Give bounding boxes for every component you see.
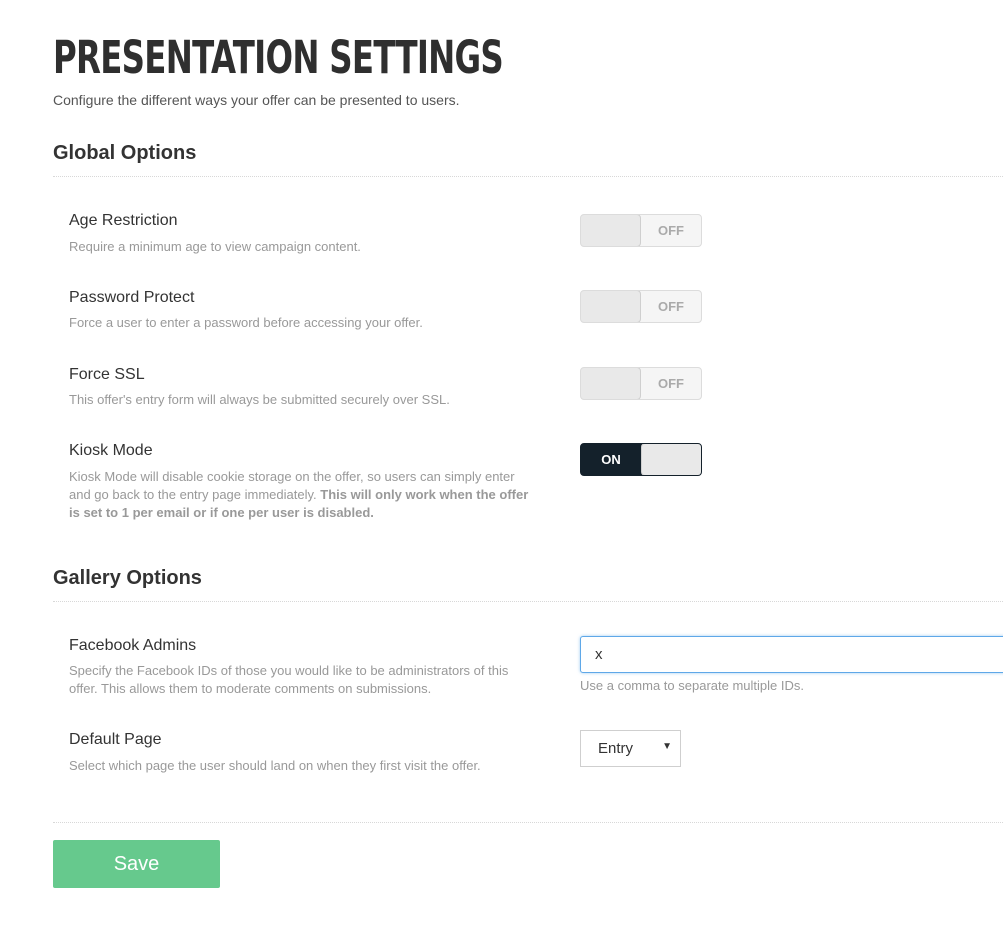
toggle-knob [581,291,641,322]
presentation-settings-page: PRESENTATION SETTINGS Configure the diff… [0,0,1003,928]
section-title-gallery-options: Gallery Options [53,567,202,589]
default-page-selected-value: Entry [598,740,634,757]
kiosk-mode-description: Kiosk Mode will disable cookie storage o… [69,468,539,522]
toggle-knob [641,444,701,475]
default-page-label: Default Page [69,731,162,748]
toggle-knob [581,215,641,246]
page-subtitle: Configure the different ways your offer … [53,92,460,108]
password-protect-description: Force a user to enter a password before … [69,315,423,330]
toggle-state-label: OFF [658,376,684,391]
toggle-state-label: OFF [658,223,684,238]
facebook-admins-input[interactable] [580,636,1003,673]
section-divider [53,601,1003,602]
age-restriction-label: Age Restriction [69,212,178,229]
section-title-global-options: Global Options [53,142,197,164]
age-restriction-toggle[interactable]: OFF [580,214,702,247]
age-restriction-description: Require a minimum age to view campaign c… [69,239,361,254]
caret-down-icon: ▼ [662,741,672,752]
facebook-admins-description: Specify the Facebook IDs of those you wo… [69,663,509,696]
toggle-state-label: OFF [658,299,684,314]
default-page-description: Select which page the user should land o… [69,758,481,773]
toggle-knob [581,368,641,399]
facebook-admins-label: Facebook Admins [69,637,197,654]
toggle-state-label: ON [601,452,621,467]
default-page-select[interactable]: Entry ▼ [580,730,681,767]
force-ssl-toggle[interactable]: OFF [580,367,702,400]
force-ssl-label: Force SSL [69,366,145,383]
facebook-admins-hint: Use a comma to separate multiple IDs. [580,678,804,693]
kiosk-mode-toggle[interactable]: ON [580,443,702,476]
save-button[interactable]: Save [53,840,220,888]
kiosk-mode-label: Kiosk Mode [69,442,153,459]
page-title: PRESENTATION SETTINGS [53,31,504,84]
section-divider [53,822,1003,823]
password-protect-label: Password Protect [69,289,195,306]
force-ssl-description: This offer's entry form will always be s… [69,392,450,407]
password-protect-toggle[interactable]: OFF [580,290,702,323]
section-divider [53,176,1003,177]
